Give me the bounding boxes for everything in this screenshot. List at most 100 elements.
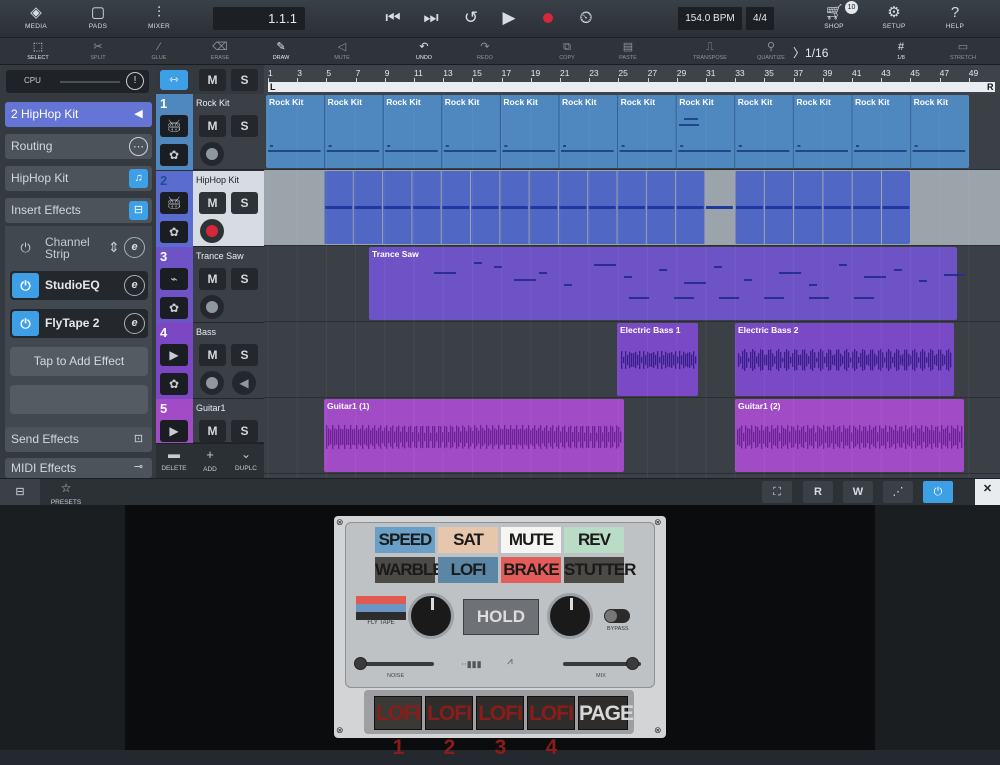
play-button[interactable]: ▶	[496, 7, 522, 29]
cycle-button[interactable]: ↺	[458, 7, 484, 29]
clip-trance-saw[interactable]: Trance Saw	[369, 247, 957, 320]
drum-icon[interactable]: 🥁︎	[160, 115, 188, 137]
instrument-edit-icon[interactable]: ♫	[129, 169, 148, 188]
fold-tracks-button[interactable]: ⇿	[160, 70, 188, 90]
channel-strip-slot[interactable]: ⏻ Channel Strip ⇕ e	[10, 233, 148, 262]
solo-button[interactable]: S	[231, 344, 258, 366]
arrange-view[interactable]: Rock Kit Trance Saw Electric Bass 1 Elec…	[264, 94, 1000, 478]
fullscreen-button[interactable]: ⛶	[762, 481, 792, 503]
redo-button[interactable]: ↷ REDO	[465, 40, 505, 64]
paste-button[interactable]: ▤ PASTE	[608, 40, 648, 64]
monitor-button[interactable]: ◀	[232, 371, 256, 395]
speed-knob[interactable]	[408, 593, 454, 639]
track-header-3[interactable]: 3 Trance Saw ⌁ ✿ M S	[156, 247, 264, 323]
solo-button[interactable]: S	[231, 192, 258, 214]
mute-button[interactable]: M	[199, 344, 226, 366]
instrument-icon[interactable]: ✿	[160, 373, 188, 395]
insert-effects-header[interactable]: Insert Effects ⊟	[5, 198, 152, 223]
audio-play-icon[interactable]: ▶	[160, 344, 188, 366]
clip-rock-kit[interactable]: Rock Kit	[266, 95, 969, 168]
speed-button[interactable]: SPEED	[375, 527, 435, 553]
lane-4[interactable]: Electric Bass 1 Electric Bass 2	[264, 322, 1000, 398]
instrument-icon[interactable]: ✿	[160, 297, 188, 319]
drum-icon[interactable]: 🥁︎	[160, 192, 188, 214]
help-button[interactable]: ? HELP	[933, 3, 977, 35]
right-locator[interactable]: R	[987, 82, 994, 92]
clip-hiphop-kit[interactable]	[324, 171, 705, 244]
track-header-4[interactable]: 4 Bass ▶ ✿ M S ◀	[156, 323, 264, 399]
erase-tool[interactable]: ⌫ ERASE	[200, 40, 240, 64]
lofi-1-button[interactable]: LOFI 1	[374, 696, 422, 759]
flytape-edit-button[interactable]: e	[124, 313, 145, 334]
instrument-item[interactable]: HipHop Kit ♫	[5, 166, 152, 191]
position-display[interactable]: 1.1.1	[213, 7, 305, 30]
mix-slider[interactable]	[563, 657, 641, 670]
mute-button[interactable]: M	[199, 192, 226, 214]
track-header-1[interactable]: 1 Rock Kit 🥁︎ ✿ M S	[156, 94, 264, 170]
track-header-2[interactable]: 2 HipHop Kit 🥁︎ ✿ M S	[156, 171, 264, 247]
clip-guitar1-2[interactable]: Guitar1 (2)	[735, 399, 964, 472]
timeline-ruler[interactable]: L R 1 3 5 7 9 11 13 15 17 19 21 23 25 27 29 31 33 35 37 39 4…	[264, 65, 1000, 94]
solo-button[interactable]: S	[231, 268, 258, 290]
record-arm-button[interactable]	[200, 219, 224, 243]
studioeq-edit-button[interactable]: e	[124, 275, 145, 296]
brake-button[interactable]: BRAKE	[501, 557, 561, 583]
page-button[interactable]: PAGE	[578, 696, 634, 730]
instrument-icon[interactable]: ✿	[160, 221, 188, 243]
empty-effect-slot[interactable]	[10, 385, 148, 414]
loop-range-bar[interactable]	[268, 82, 995, 92]
lofi-button[interactable]: LOFI	[438, 557, 498, 583]
bypass-switch[interactable]	[604, 609, 630, 623]
power-icon[interactable]: ⏻	[12, 235, 39, 260]
track-header-5[interactable]: 5 Guitar1 ▶ M S	[156, 399, 264, 443]
metronome-button[interactable]: ⏲	[573, 7, 599, 29]
effect-slot-flytape[interactable]: ⏻ FlyTape 2 e	[10, 309, 148, 338]
global-solo-button[interactable]: S	[231, 69, 258, 91]
time-signature-display[interactable]: 4/4	[746, 7, 774, 30]
insert-effects-icon[interactable]: ⊟	[129, 201, 148, 220]
record-arm-button[interactable]	[200, 295, 224, 319]
close-editor-button[interactable]: ✕	[975, 479, 1000, 506]
quantize-button[interactable]: ⚲ QUANTIZE	[751, 40, 791, 64]
read-automation-button[interactable]: R	[803, 481, 833, 503]
routing-graph-button[interactable]: ⋰	[883, 481, 913, 503]
channel-strip-edit-button[interactable]: e	[124, 237, 145, 258]
warble-button[interactable]: WARBLE	[375, 557, 444, 583]
write-automation-button[interactable]: W	[843, 481, 873, 503]
pads-button[interactable]: ▢ PADS	[76, 3, 120, 35]
lane-2[interactable]	[264, 170, 1000, 246]
clip-electric-bass-2[interactable]: Electric Bass 2	[735, 323, 954, 396]
global-mute-button[interactable]: M	[199, 69, 226, 91]
select-tool[interactable]: ⬚ SELECT	[18, 40, 58, 64]
power-icon[interactable]: ⏻	[12, 311, 39, 336]
mute-tool[interactable]: ◁ MUTE	[322, 40, 362, 64]
draw-tool[interactable]: ✎ DRAW	[261, 40, 301, 64]
duplicate-track-button[interactable]: ⌄ DUPLC	[228, 447, 264, 473]
record-arm-button[interactable]	[200, 371, 224, 395]
solo-button[interactable]: S	[231, 115, 258, 137]
tempo-display[interactable]: 154.0 BPM	[678, 7, 742, 30]
record-button[interactable]	[535, 7, 561, 29]
rev-button[interactable]: REV	[564, 527, 624, 553]
mixer-button[interactable]: ⫶ MIXER	[137, 3, 181, 35]
mute-button[interactable]: M	[199, 115, 226, 137]
selected-track-name[interactable]: 2 HipHop Kit ◀	[5, 102, 152, 127]
routing-item[interactable]: Routing ⋯	[5, 134, 152, 159]
clip-electric-bass-1[interactable]: Electric Bass 1	[617, 323, 698, 396]
mute-button[interactable]: M	[199, 420, 226, 442]
lofi-3-button[interactable]: LOFI 3	[476, 696, 524, 759]
clip-hiphop-kit[interactable]	[735, 171, 910, 244]
stretch-button[interactable]: ▭ STRETCH	[943, 40, 983, 64]
glue-tool[interactable]: ⁄ GLUE	[139, 40, 179, 64]
lane-5[interactable]: Guitar1 (1) Guitar1 (2)	[264, 398, 1000, 474]
lofi-4-button[interactable]: LOFI 4	[527, 696, 575, 759]
stutter-button[interactable]: STUTTER	[564, 557, 636, 583]
send-effects-item[interactable]: Send Effects ⊡	[5, 427, 152, 452]
power-icon[interactable]: ⏻	[12, 273, 39, 298]
rewind-to-start-button[interactable]: ⏮	[380, 7, 406, 29]
synth-icon[interactable]: ⌁	[160, 268, 188, 290]
audio-play-icon[interactable]: ▶	[160, 420, 188, 442]
mute-button[interactable]: M	[199, 268, 226, 290]
lofi-2-button[interactable]: LOFI 2	[425, 696, 473, 759]
skip-forward-button[interactable]: ⏭	[418, 7, 444, 29]
